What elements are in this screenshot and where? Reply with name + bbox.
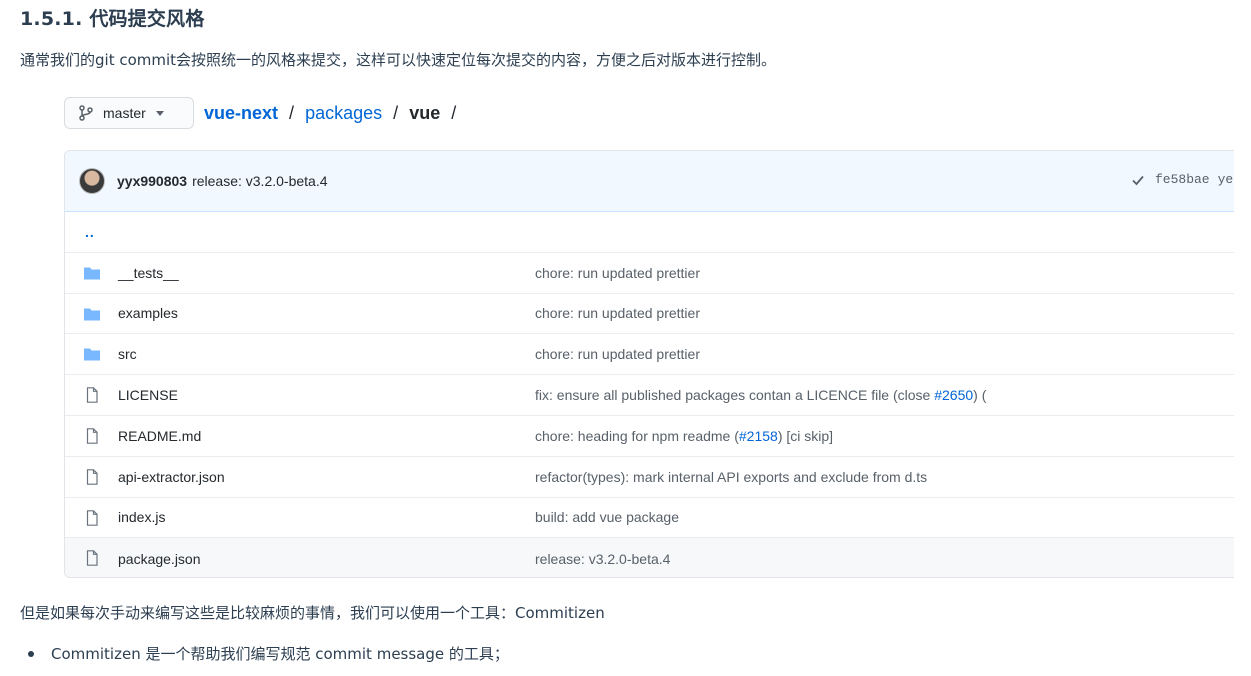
file-icon: [86, 509, 98, 526]
table-row[interactable]: src chore: run updated prettier: [65, 334, 1234, 376]
branch-selector-button[interactable]: master: [64, 97, 194, 129]
commit-message-link[interactable]: release: v3.2.0-beta.4: [535, 551, 670, 567]
bullet-list: Commitizen 是一个帮助我们编写规范 commit message 的工…: [28, 643, 509, 664]
list-item-text: Commitizen 是一个帮助我们编写规范 commit message 的工…: [51, 645, 509, 663]
table-row[interactable]: README.md chore: heading for npm readme (…: [65, 416, 1234, 457]
breadcrumb-current: vue: [409, 103, 441, 123]
commit-message-link[interactable]: refactor(types): mark internal API expor…: [535, 469, 927, 485]
breadcrumb-separator: /: [289, 103, 295, 123]
file-name-link[interactable]: __tests__: [118, 265, 179, 281]
table-row[interactable]: __tests__ chore: run updated prettier: [65, 253, 1234, 294]
table-row[interactable]: LICENSE fix: ensure all published package…: [65, 375, 1234, 416]
commit-message-link[interactable]: chore: run updated prettier: [535, 305, 700, 321]
avatar[interactable]: [79, 168, 105, 194]
file-browser: yyx990803 release: v3.2.0-beta.4 fe58bae…: [64, 150, 1234, 578]
file-name-link[interactable]: src: [118, 346, 137, 362]
git-branch-icon: [79, 105, 93, 121]
folder-icon: [84, 348, 100, 361]
file-icon: [86, 428, 98, 444]
issue-link[interactable]: #2158: [739, 428, 778, 444]
file-name-link[interactable]: package.json: [118, 551, 201, 567]
check-icon: [1132, 175, 1144, 185]
followup-paragraph: 但是如果每次手动来编写这些是比较麻烦的事情，我们可以使用一个工具：Commiti…: [20, 604, 605, 622]
file-icon: [86, 550, 98, 567]
breadcrumb-folder-link[interactable]: packages: [305, 103, 382, 123]
file-name-link[interactable]: examples: [118, 305, 178, 321]
intro-paragraph: 通常我们的git commit会按照统一的风格来提交，这样可以快速定位每次提交的…: [20, 51, 777, 69]
commit-message-link[interactable]: release: v3.2.0-beta.4: [192, 173, 327, 189]
file-name-link[interactable]: api-extractor.json: [118, 469, 225, 485]
commit-message-link[interactable]: build: add vue package: [535, 509, 679, 525]
parent-directory-link[interactable]: ..: [85, 224, 95, 240]
table-row[interactable]: index.js build: add vue package: [65, 498, 1234, 539]
folder-icon: [84, 308, 100, 321]
file-name-link[interactable]: LICENSE: [118, 387, 178, 403]
latest-commit-bar: yyx990803 release: v3.2.0-beta.4 fe58bae…: [65, 151, 1234, 212]
file-icon: [86, 468, 98, 485]
commit-hash-link[interactable]: fe58bae: [1155, 172, 1210, 187]
breadcrumb: vue-next / packages / vue /: [204, 103, 462, 124]
breadcrumb-repo-link[interactable]: vue-next: [204, 103, 278, 123]
folder-icon: [84, 267, 100, 280]
file-name-link[interactable]: index.js: [118, 509, 165, 525]
bullet-icon: [28, 650, 34, 657]
section-heading: 1.5.1. 代码提交风格: [20, 8, 205, 30]
table-row[interactable]: package.json release: v3.2.0-beta.4: [65, 538, 1234, 577]
file-icon: [86, 387, 98, 403]
breadcrumb-separator: /: [451, 103, 457, 123]
breadcrumb-separator: /: [393, 103, 399, 123]
commit-message-link[interactable]: chore: run updated prettier: [535, 346, 700, 362]
commit-date-overflow: ye: [1217, 172, 1234, 187]
commit-message-link[interactable]: chore: heading for npm readme (#2158) [c…: [535, 428, 833, 444]
list-item: Commitizen 是一个帮助我们编写规范 commit message 的工…: [28, 643, 509, 664]
commit-message-link[interactable]: fix: ensure all published packages conta…: [535, 387, 986, 403]
commit-author-link[interactable]: yyx990803: [117, 173, 187, 189]
table-row[interactable]: examples chore: run updated prettier: [65, 294, 1234, 335]
table-row[interactable]: api-extractor.json refactor(types): mark …: [65, 457, 1234, 498]
branch-label: master: [103, 105, 146, 121]
chevron-down-icon: [155, 110, 164, 116]
commit-message-link[interactable]: chore: run updated prettier: [535, 265, 700, 281]
issue-link[interactable]: #2650: [934, 387, 973, 403]
parent-directory-row[interactable]: ..: [65, 212, 1234, 253]
file-name-link[interactable]: README.md: [118, 428, 201, 444]
commit-status: fe58bae ye: [1131, 172, 1233, 187]
